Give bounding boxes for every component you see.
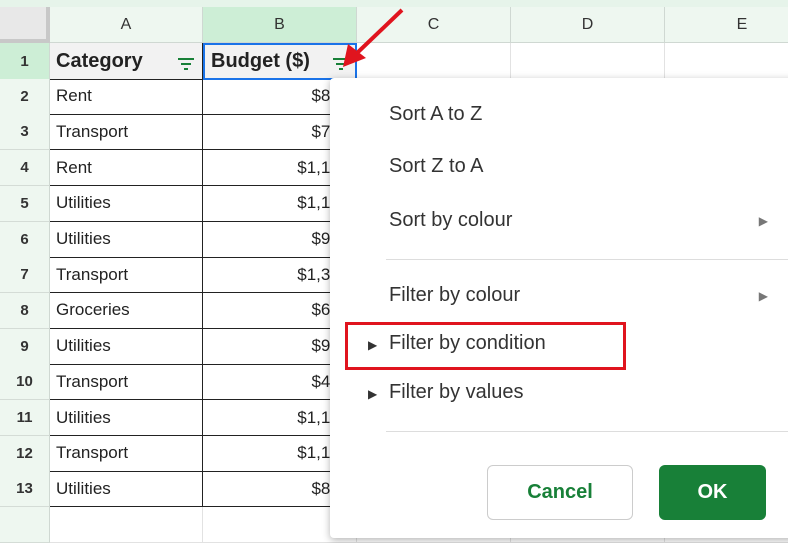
red-arrow-annotation xyxy=(343,8,404,67)
